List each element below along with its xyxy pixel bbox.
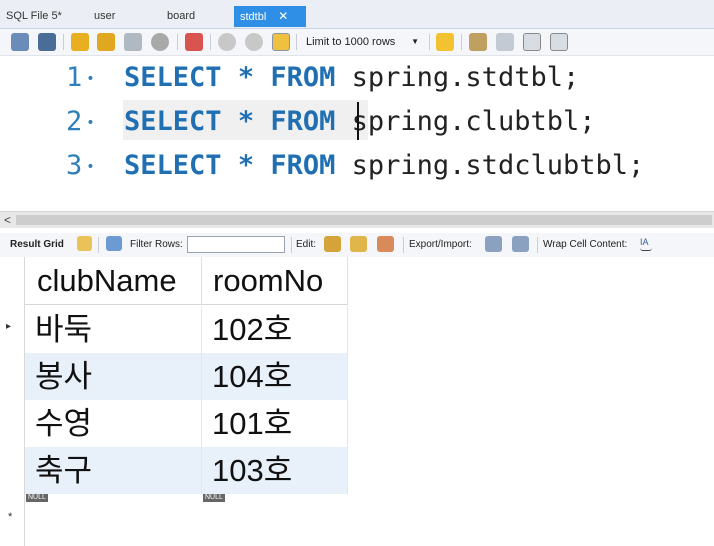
wrap-lines-icon[interactable] xyxy=(550,33,568,51)
cell-clubname-3[interactable]: 수영 xyxy=(25,400,202,447)
rollback-icon[interactable] xyxy=(245,33,263,51)
export-import-label: Export/Import: xyxy=(409,239,472,250)
delete-row-icon[interactable] xyxy=(377,236,394,252)
column-header-roomno[interactable]: roomNo xyxy=(202,257,348,305)
tab-stdtbl[interactable]: stdtbl ✕ xyxy=(234,6,306,27)
new-row-marker: * xyxy=(8,511,13,523)
edit-label: Edit: xyxy=(296,239,317,250)
wrap-cell-label: Wrap Cell Content: xyxy=(543,239,628,250)
editor-line-1: 1 • SELECT * FROM spring.stdtbl; xyxy=(0,58,714,98)
wrap-cell-icon[interactable]: IA xyxy=(640,237,652,251)
line-number-3: 3 • xyxy=(66,150,95,181)
code-line-2: SELECT * FROM spring.clubtbl; xyxy=(124,106,596,137)
editor-horizontal-scrollbar[interactable]: < xyxy=(0,211,714,228)
tab-user[interactable]: user xyxy=(94,6,115,26)
column-header-clubname[interactable]: clubName xyxy=(25,257,202,305)
query-toolbar: Limit to 1000 rows ▼ xyxy=(0,29,714,56)
tab-board[interactable]: board xyxy=(167,6,195,26)
cell-roomno-2[interactable]: 104호 xyxy=(202,353,348,400)
execute-current-icon[interactable] xyxy=(97,33,115,51)
current-row-icon: ▸ xyxy=(6,321,12,332)
tab-sql-file-5[interactable]: SQL File 5* xyxy=(6,6,62,26)
stop-icon[interactable] xyxy=(151,33,169,51)
scrollbar-thumb[interactable] xyxy=(16,215,712,225)
filter-rows-input[interactable] xyxy=(187,236,285,253)
line-number-2: 2 • xyxy=(66,106,95,137)
autocommit-icon[interactable] xyxy=(272,33,290,51)
cell-roomno-1[interactable]: 102호 xyxy=(202,306,348,353)
scroll-left-icon[interactable]: < xyxy=(4,212,11,228)
result-grid-tab[interactable]: Result Grid xyxy=(10,239,64,250)
result-toolbar: Result Grid Filter Rows: Edit: Export/Im… xyxy=(0,233,714,258)
explain-icon[interactable] xyxy=(124,33,142,51)
refresh-icon[interactable] xyxy=(106,236,122,251)
search-icon[interactable] xyxy=(496,33,514,51)
text-caret xyxy=(357,102,359,140)
grid-view-icon[interactable] xyxy=(77,236,92,251)
cell-clubname-2[interactable]: 봉사 xyxy=(25,353,202,400)
open-folder-icon[interactable] xyxy=(11,33,29,51)
insert-row-icon[interactable] xyxy=(350,236,367,252)
export-icon[interactable] xyxy=(485,236,502,252)
result-grid[interactable]: clubName roomNo ▸ 바둑 102호 봉사 104호 수영 101… xyxy=(0,257,714,546)
save-icon[interactable] xyxy=(38,33,56,51)
cell-roomno-3[interactable]: 101호 xyxy=(202,400,348,447)
filter-rows-label: Filter Rows: xyxy=(130,239,183,250)
import-icon[interactable] xyxy=(512,236,529,252)
null-badge-clubname[interactable]: NULL xyxy=(26,494,48,502)
chevron-down-icon: ▼ xyxy=(411,37,419,46)
cell-clubname-1[interactable]: 바둑 xyxy=(25,306,202,353)
commit-icon[interactable] xyxy=(218,33,236,51)
tab-stdtbl-label: stdtbl xyxy=(240,11,267,23)
execute-icon[interactable] xyxy=(71,33,89,51)
cell-clubname-4[interactable]: 축구 xyxy=(25,447,202,494)
beautify-icon[interactable] xyxy=(469,33,487,51)
limit-rows-select[interactable]: Limit to 1000 rows ▼ xyxy=(301,33,425,51)
limit-rows-label: Limit to 1000 rows xyxy=(306,36,396,48)
code-line-1: SELECT * FROM spring.stdtbl; xyxy=(124,62,580,93)
toggle-error-icon[interactable] xyxy=(185,33,203,51)
add-snippet-icon[interactable] xyxy=(436,33,454,51)
invisible-chars-icon[interactable] xyxy=(523,33,541,51)
null-badge-roomno[interactable]: NULL xyxy=(203,494,225,502)
line-number-1: 1 • xyxy=(66,62,95,93)
cell-roomno-4[interactable]: 103호 xyxy=(202,447,348,494)
close-icon[interactable]: ✕ xyxy=(278,9,288,23)
code-line-3: SELECT * FROM spring.stdclubtbl; xyxy=(124,150,645,181)
editor-line-3: 3 • SELECT * FROM spring.stdclubtbl; xyxy=(0,146,714,186)
edit-row-icon[interactable] xyxy=(324,236,341,252)
tab-bar: SQL File 5* user board stdtbl ✕ xyxy=(0,0,714,29)
